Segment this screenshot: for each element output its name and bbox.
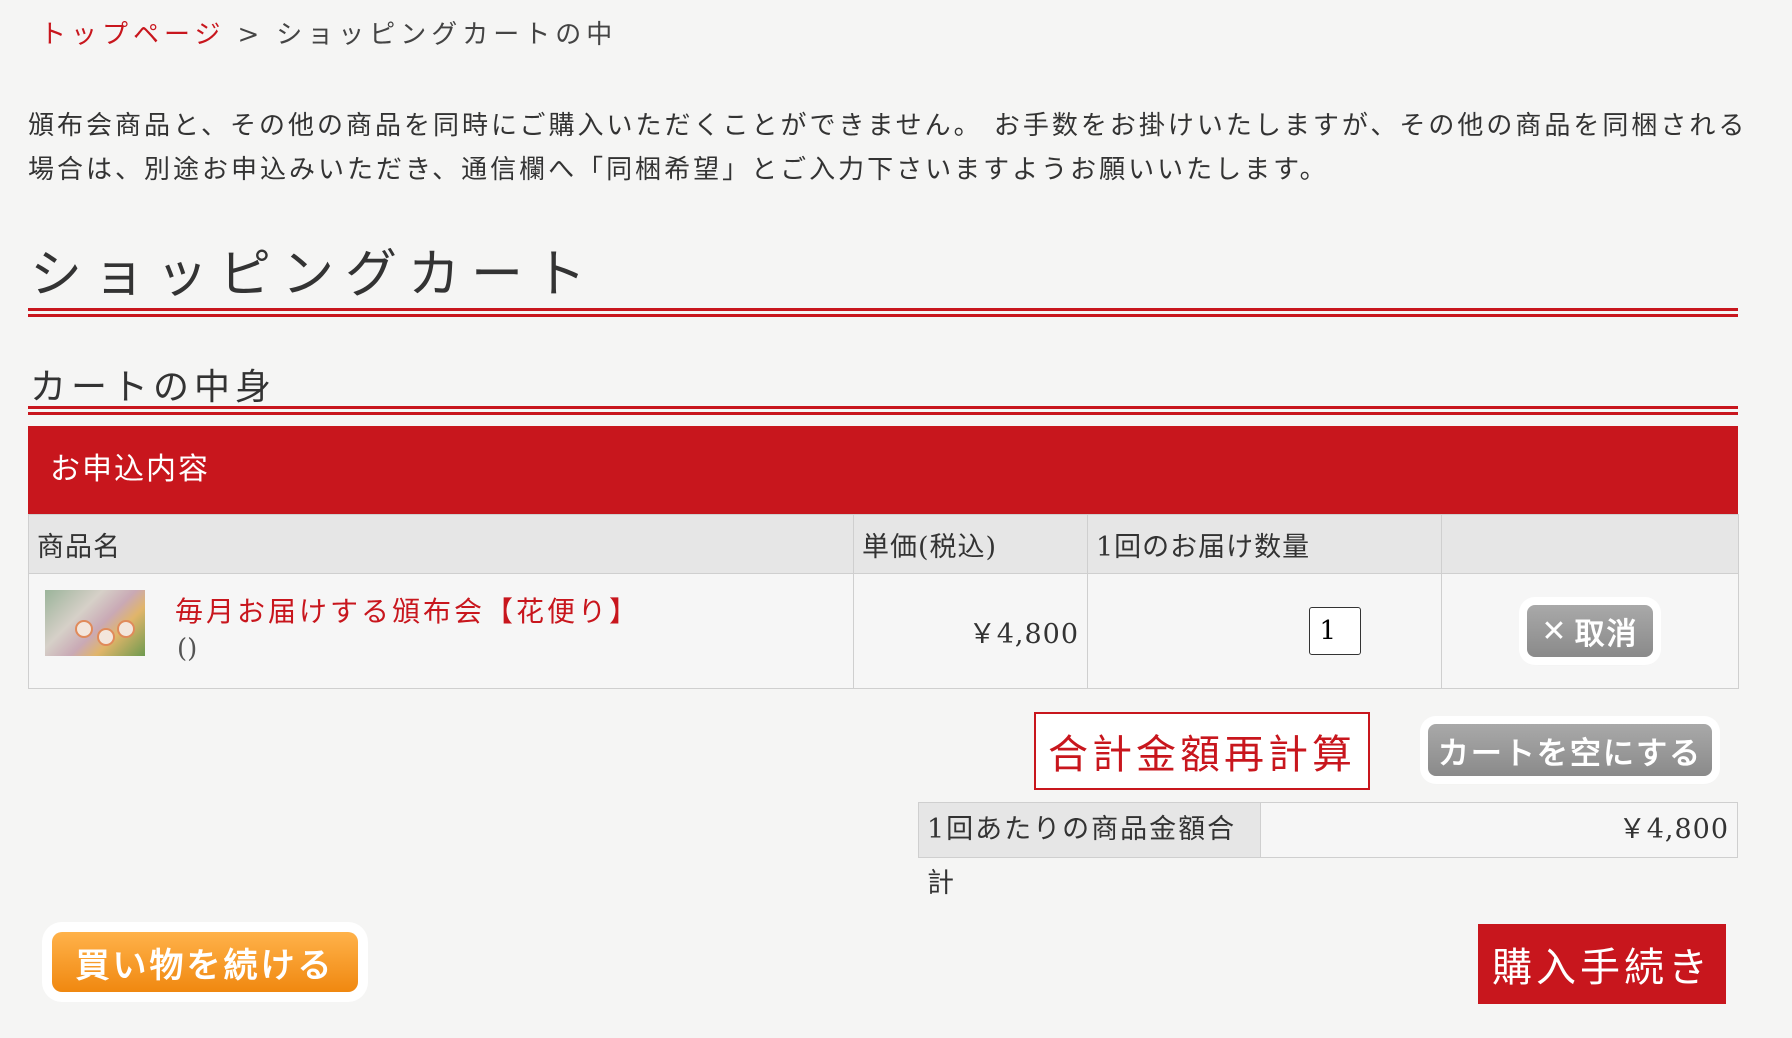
total-value: ￥4,800 xyxy=(1261,803,1737,857)
product-thumbnail[interactable] xyxy=(45,590,145,656)
total-label: 1回あたりの商品金額合計 xyxy=(919,803,1261,899)
thumbnail-decoration xyxy=(117,620,135,638)
product-variant: () xyxy=(177,634,198,664)
cancel-label: 取消 xyxy=(1574,617,1639,652)
product-name-link[interactable]: 毎月お届けする頒布会【花便り】 xyxy=(175,590,640,630)
checkout-button[interactable]: 購入手続き xyxy=(1478,924,1726,1004)
table-row: 毎月お届けする頒布会【花便り】 () ￥4,800 ✕取消 xyxy=(28,573,1739,689)
cancel-item-button[interactable]: ✕ 取消 xyxy=(1527,605,1653,657)
action-cell: ✕ 取消 xyxy=(1441,573,1739,689)
breadcrumb-home-link[interactable]: トップページ xyxy=(40,20,225,50)
column-header-action xyxy=(1441,514,1739,574)
column-header-product: 商品名 xyxy=(28,514,854,574)
thumbnail-decoration xyxy=(97,628,115,646)
title-divider xyxy=(28,308,1738,317)
order-header: お申込内容 xyxy=(28,426,1738,514)
total-row: 1回あたりの商品金額合計 ￥4,800 xyxy=(918,802,1738,899)
recalculate-total-button[interactable]: 合計金額再計算 xyxy=(1034,712,1370,790)
quantity-cell xyxy=(1087,573,1442,689)
section-title: カートの中身 xyxy=(30,367,277,408)
product-price: ￥4,800 xyxy=(853,573,1088,689)
breadcrumb: トップページ > ショッピングカートの中 xyxy=(40,14,617,51)
page-title: ショッピングカート xyxy=(30,245,598,305)
column-header-quantity: 1回のお届け数量 xyxy=(1087,514,1442,574)
section-divider xyxy=(28,406,1738,415)
product-cell: 毎月お届けする頒布会【花便り】 () xyxy=(28,573,854,689)
quantity-input[interactable] xyxy=(1308,607,1361,655)
notice-text: 頒布会商品と、その他の商品を同時にご購入いただくことができません。 お手数をお掛… xyxy=(28,111,1748,185)
table-header-row: 商品名 単価(税込) 1回のお届け数量 xyxy=(28,514,1739,574)
thumbnail-decoration xyxy=(75,620,93,638)
x-icon: ✕ xyxy=(1541,613,1569,649)
empty-cart-button[interactable]: カートを空にする xyxy=(1428,724,1712,776)
column-header-price: 単価(税込) xyxy=(853,514,1088,574)
breadcrumb-separator: > xyxy=(237,20,265,50)
continue-shopping-button[interactable]: 買い物を続ける xyxy=(52,932,358,992)
breadcrumb-current: ショッピングカートの中 xyxy=(276,20,618,50)
cart-table: 商品名 単価(税込) 1回のお届け数量 毎月お届けする頒布会【花便り】 () ￥… xyxy=(28,514,1739,689)
